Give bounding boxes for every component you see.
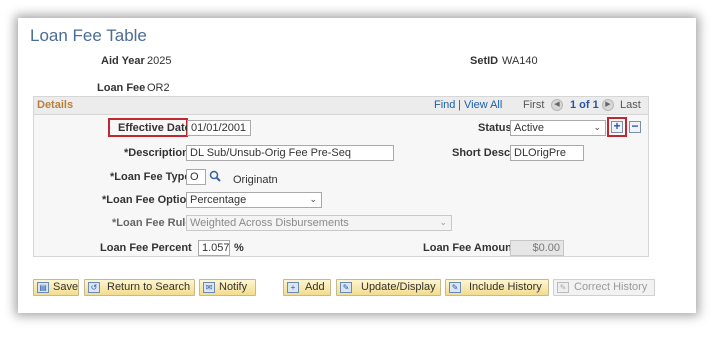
next-row-icon[interactable]: ▶ (602, 99, 614, 111)
loan-fee-type-input[interactable]: O (186, 169, 206, 185)
delete-row-button[interactable]: − (629, 120, 641, 133)
loan-fee-amount-value: $0.00 (510, 240, 564, 256)
loan-fee-percent-label: Loan Fee Percent (100, 242, 192, 254)
loan-fee-rule-value: Weighted Across Disbursements (190, 217, 349, 229)
nav-separator: | (458, 99, 461, 111)
details-header-bar: Details Find | View All First ◀ 1 of 1 ▶… (34, 97, 648, 115)
loan-fee-label: Loan Fee (97, 82, 146, 94)
add-row-button[interactable]: + (611, 120, 623, 133)
previous-row-icon[interactable]: ◀ (551, 99, 563, 111)
chevron-down-icon: ⌄ (439, 217, 447, 227)
status-select-value: Active (514, 122, 544, 134)
short-descr-input[interactable]: DLOrigPre (510, 145, 584, 161)
lookup-search-icon[interactable] (209, 170, 221, 182)
last-label[interactable]: Last (620, 99, 641, 111)
description-label: *Description (124, 147, 189, 159)
setid-value: WA140 (502, 55, 538, 67)
page-title: Loan Fee Table (30, 26, 147, 45)
effective-date-input[interactable]: 01/01/2001 (187, 120, 251, 136)
correct-history-icon: ✎ (557, 282, 569, 293)
loan-fee-option-label: *Loan Fee Option (102, 194, 194, 206)
loan-fee-rule-select: Weighted Across Disbursements ⌄ (186, 215, 452, 231)
setid-label: SetID (470, 55, 499, 67)
aid-year-label: Aid Year (101, 55, 145, 67)
percent-sign: % (234, 242, 244, 254)
correct-history-button: ✎ Correct History (553, 279, 655, 296)
details-title: Details (37, 99, 74, 111)
find-link[interactable]: Find (434, 99, 455, 111)
return-to-search-icon: ↺ (88, 282, 100, 293)
include-history-icon: ✎ (449, 282, 461, 293)
view-all-link[interactable]: View All (464, 99, 502, 111)
save-button[interactable]: ▤ Save (33, 279, 79, 296)
chevron-down-icon: ⌄ (309, 194, 317, 204)
status-label: Status (478, 122, 512, 134)
details-group-box: Details Find | View All First ◀ 1 of 1 ▶… (33, 96, 649, 257)
notify-button[interactable]: ✉ Notify (199, 279, 256, 296)
add-document-icon: + (287, 282, 299, 293)
loan-fee-value: OR2 (147, 82, 170, 94)
loan-fee-option-select[interactable]: Percentage ⌄ (186, 192, 322, 208)
update-display-button[interactable]: ✎ Update/Display (336, 279, 441, 296)
loan-fee-table-page: Loan Fee Table Aid Year 2025 SetID WA140… (18, 18, 696, 313)
description-input[interactable]: DL Sub/Unsub-Orig Fee Pre-Seq (186, 145, 394, 161)
notify-icon: ✉ (203, 282, 215, 293)
first-label[interactable]: First (523, 99, 544, 111)
loan-fee-option-value: Percentage (190, 194, 247, 206)
loan-fee-percent-input[interactable]: 1.057 (198, 240, 230, 256)
status-select[interactable]: Active ⌄ (510, 120, 606, 136)
save-icon: ▤ (37, 282, 49, 293)
page-indicator: 1 of 1 (570, 99, 599, 111)
loan-fee-amount-label: Loan Fee Amount (423, 242, 516, 254)
chevron-down-icon: ⌄ (593, 122, 601, 132)
aid-year-value: 2025 (147, 55, 172, 67)
short-descr-label: Short Descr (452, 147, 515, 159)
effective-date-label: Effective Date (118, 122, 191, 134)
loan-fee-rule-label: *Loan Fee Rule (112, 217, 192, 229)
add-button[interactable]: + Add (283, 279, 331, 296)
include-history-button[interactable]: ✎ Include History (445, 279, 549, 296)
return-to-search-button[interactable]: ↺ Return to Search (84, 279, 195, 296)
loan-fee-type-label: *Loan Fee Type (110, 171, 191, 183)
loan-fee-type-description: Originatn (233, 174, 278, 186)
update-display-icon: ✎ (340, 282, 352, 293)
